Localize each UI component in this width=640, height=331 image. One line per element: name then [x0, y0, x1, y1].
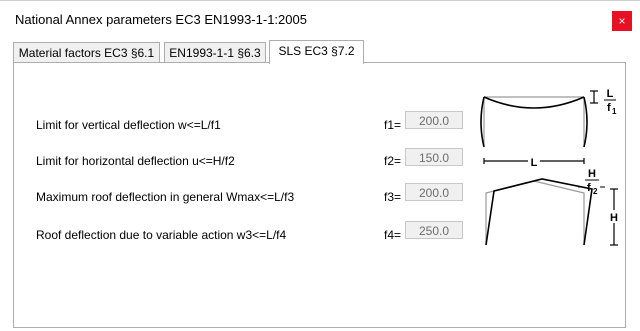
dialog-window: National Annex parameters EC3 EN1993-1-1…	[0, 0, 640, 331]
f1-input[interactable]: 200.0	[405, 111, 463, 129]
close-icon: ×	[618, 14, 626, 28]
close-button[interactable]: ×	[612, 11, 632, 31]
f2-label: f2=	[383, 154, 401, 168]
window-title: National Annex parameters EC3 EN1993-1-1…	[15, 12, 307, 27]
height-H-label: H	[610, 212, 618, 224]
f3-input[interactable]: 200.0	[405, 183, 463, 201]
vert-f-label: f	[607, 102, 611, 114]
vertical-deflection-diagram: L f 1 L	[480, 88, 617, 169]
horizontal-deflection-diagram: H f 2 H	[485, 168, 620, 246]
vert-L-label: L	[607, 88, 614, 100]
tab-en1993-6-3[interactable]: EN1993-1-1 §6.3	[164, 42, 266, 63]
horiz-f-label: f	[587, 182, 591, 194]
tab-panel-sls: Limit for vertical deflection w<=L/f1 f1…	[13, 62, 626, 328]
vert-f-subscript: 1	[612, 107, 617, 116]
f3-label: f3=	[383, 190, 401, 204]
horiz-f-subscript: 2	[593, 187, 598, 196]
horizontal-deflection-label: Limit for horizontal deflection u<=H/f2	[36, 154, 235, 168]
max-roof-deflection-label: Maximum roof deflection in general Wmax<…	[36, 190, 295, 204]
vertical-deflection-label: Limit for vertical deflection w<=L/f1	[36, 118, 221, 132]
f4-label: f4=	[383, 228, 401, 242]
f4-input[interactable]: 250.0	[405, 221, 463, 239]
f1-label: f1=	[383, 118, 401, 132]
f2-input[interactable]: 150.0	[405, 148, 463, 166]
horiz-H-label: H	[588, 168, 596, 180]
tab-material-factors[interactable]: Material factors EC3 §6.1	[13, 42, 160, 63]
roof-deflection-variable-label: Roof deflection due to variable action w…	[36, 228, 287, 242]
tab-sls-7-2[interactable]: SLS EC3 §7.2	[269, 40, 364, 64]
